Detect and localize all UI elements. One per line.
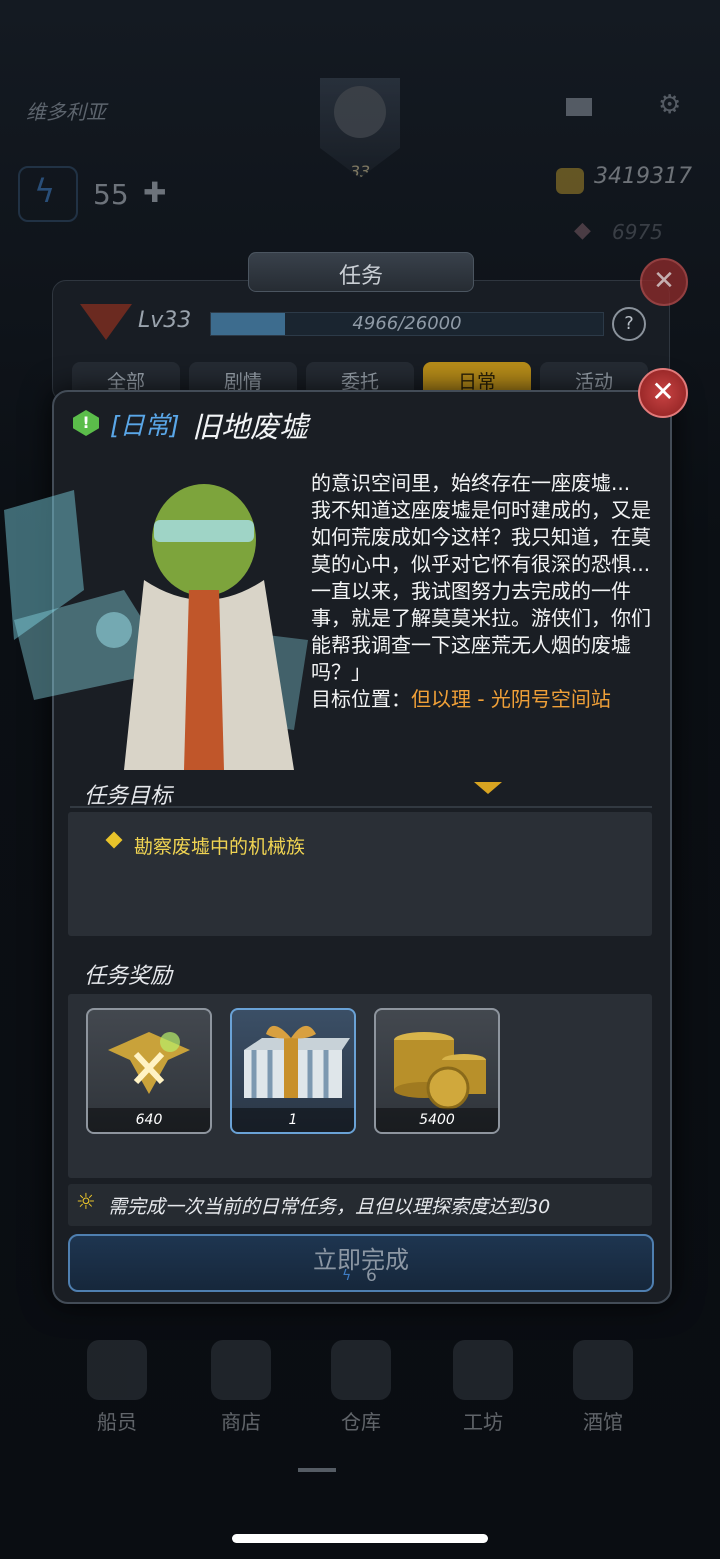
quest-story: 的意识空间里，始终存在一座废墟... 我不知道这座废墟是何时建成的，又是如何荒废… xyxy=(311,470,659,713)
gem-value: 6975 xyxy=(612,220,663,244)
gem-icon: ◆ xyxy=(574,218,591,243)
reward-count: 5400 xyxy=(376,1108,498,1132)
rewards-box: 640 1 5400 xyxy=(68,994,652,1178)
home-indicator[interactable] xyxy=(232,1534,488,1543)
nav-active-indicator xyxy=(298,1468,336,1472)
objectives-box: 勘察废墟中的机械族 xyxy=(68,812,652,936)
diamond-bullet-icon xyxy=(105,831,123,849)
story-line: 我不知道这座废墟是何时建成的，又是如何荒废成如今这样？我只知道，在莫莫的心中，似… xyxy=(311,498,651,576)
exp-progress-bar: 4966/26000 xyxy=(210,312,604,336)
player-level: 33 xyxy=(349,162,371,181)
player-avatar[interactable]: 33 xyxy=(320,78,400,178)
objective-item: 勘察废墟中的机械族 xyxy=(134,836,306,858)
unlock-hint-text: 需完成一次当前的日常任务，且但以理探索度达到30 xyxy=(108,1196,551,1218)
npc-portrait xyxy=(4,484,308,770)
warehouse-icon xyxy=(331,1340,391,1400)
gear-icon[interactable]: ⚙ xyxy=(658,90,681,120)
reward-coins[interactable]: 5400 xyxy=(374,1008,500,1134)
nav-warehouse[interactable]: 仓库 xyxy=(306,1320,416,1435)
target-location-label: 目标位置： xyxy=(311,687,411,711)
energy-box: ϟ xyxy=(18,166,78,222)
quest-list-title: 任务 xyxy=(338,264,383,289)
target-location-value[interactable]: 但以理 - 光阴号空间站 xyxy=(411,687,611,711)
avatar xyxy=(334,86,386,138)
energy-value: 55 xyxy=(93,178,129,211)
help-icon[interactable]: ? xyxy=(612,307,646,341)
reward-count: 1 xyxy=(232,1108,354,1132)
quest-type-label: [日常] xyxy=(110,411,180,440)
complete-now-button[interactable]: 立即完成 ϟ 6 xyxy=(68,1234,654,1292)
exp-progress-text: 4966/26000 xyxy=(352,313,462,334)
complete-cost: 6 xyxy=(366,1266,377,1286)
beer-mug-icon xyxy=(573,1340,633,1400)
lightbulb-icon: ☼ xyxy=(76,1190,96,1215)
exp-badge-icon xyxy=(108,1032,190,1094)
lightning-icon: ϟ xyxy=(34,172,56,210)
hammer-icon xyxy=(453,1340,513,1400)
gift-box-icon xyxy=(244,1025,350,1098)
mail-icon[interactable] xyxy=(566,98,592,116)
coin-value: 3419317 xyxy=(594,164,692,189)
quest-list-close-button[interactable]: ✕ xyxy=(640,258,688,306)
nav-crew[interactable]: 船员 xyxy=(62,1320,172,1435)
nav-label: 仓库 xyxy=(341,1410,381,1434)
nav-shop[interactable]: 商店 xyxy=(186,1320,296,1435)
nav-label: 工坊 xyxy=(463,1410,503,1434)
complete-now-label: 立即完成 xyxy=(313,1246,409,1274)
quest-list-title-bar: 任务 xyxy=(248,252,474,292)
nav-label: 商店 xyxy=(221,1410,261,1434)
reward-exp[interactable]: 640 xyxy=(86,1008,212,1134)
unlock-hint: ☼ 需完成一次当前的日常任务，且但以理探索度达到30 xyxy=(68,1184,652,1226)
coin-icon xyxy=(556,168,584,194)
nav-label: 船员 xyxy=(97,1410,137,1434)
reward-gift[interactable]: 1 xyxy=(230,1008,356,1134)
shop-icon xyxy=(211,1340,271,1400)
crew-icon xyxy=(87,1340,147,1400)
nav-label: 酒馆 xyxy=(583,1410,623,1434)
nav-tavern[interactable]: 酒馆 xyxy=(548,1320,658,1435)
target-location: 目标位置：但以理 - 光阴号空间站 xyxy=(311,686,659,713)
rewards-header: 任务奖励 xyxy=(84,964,173,989)
gold-coins-icon xyxy=(394,1032,486,1110)
divider xyxy=(70,806,652,808)
nav-workshop[interactable]: 工坊 xyxy=(428,1320,538,1435)
lightning-icon: ϟ xyxy=(342,1268,352,1284)
quest-title: 旧地废墟 xyxy=(192,410,309,444)
expand-arrow-icon[interactable] xyxy=(474,782,502,794)
close-button[interactable]: ✕ xyxy=(638,368,688,418)
quest-level-label: Lv33 xyxy=(138,308,192,333)
top-hud: 维多利亚 33 ⚙ ϟ 55 ✚ 3419317 ◆ 6975 xyxy=(0,60,720,244)
reward-count: 640 xyxy=(88,1108,210,1132)
player-name: 维多利亚 xyxy=(26,100,106,124)
story-line: 一直以来，我试图努力去完成的一件事，就是了解莫莫米拉。游侠们，你们能帮我调查一下… xyxy=(311,579,651,684)
story-line: 的意识空间里，始终存在一座废墟... xyxy=(311,471,631,495)
add-energy-icon[interactable]: ✚ xyxy=(143,176,166,209)
bottom-nav: 船员 商店 仓库 工坊 酒馆 xyxy=(0,1320,720,1480)
